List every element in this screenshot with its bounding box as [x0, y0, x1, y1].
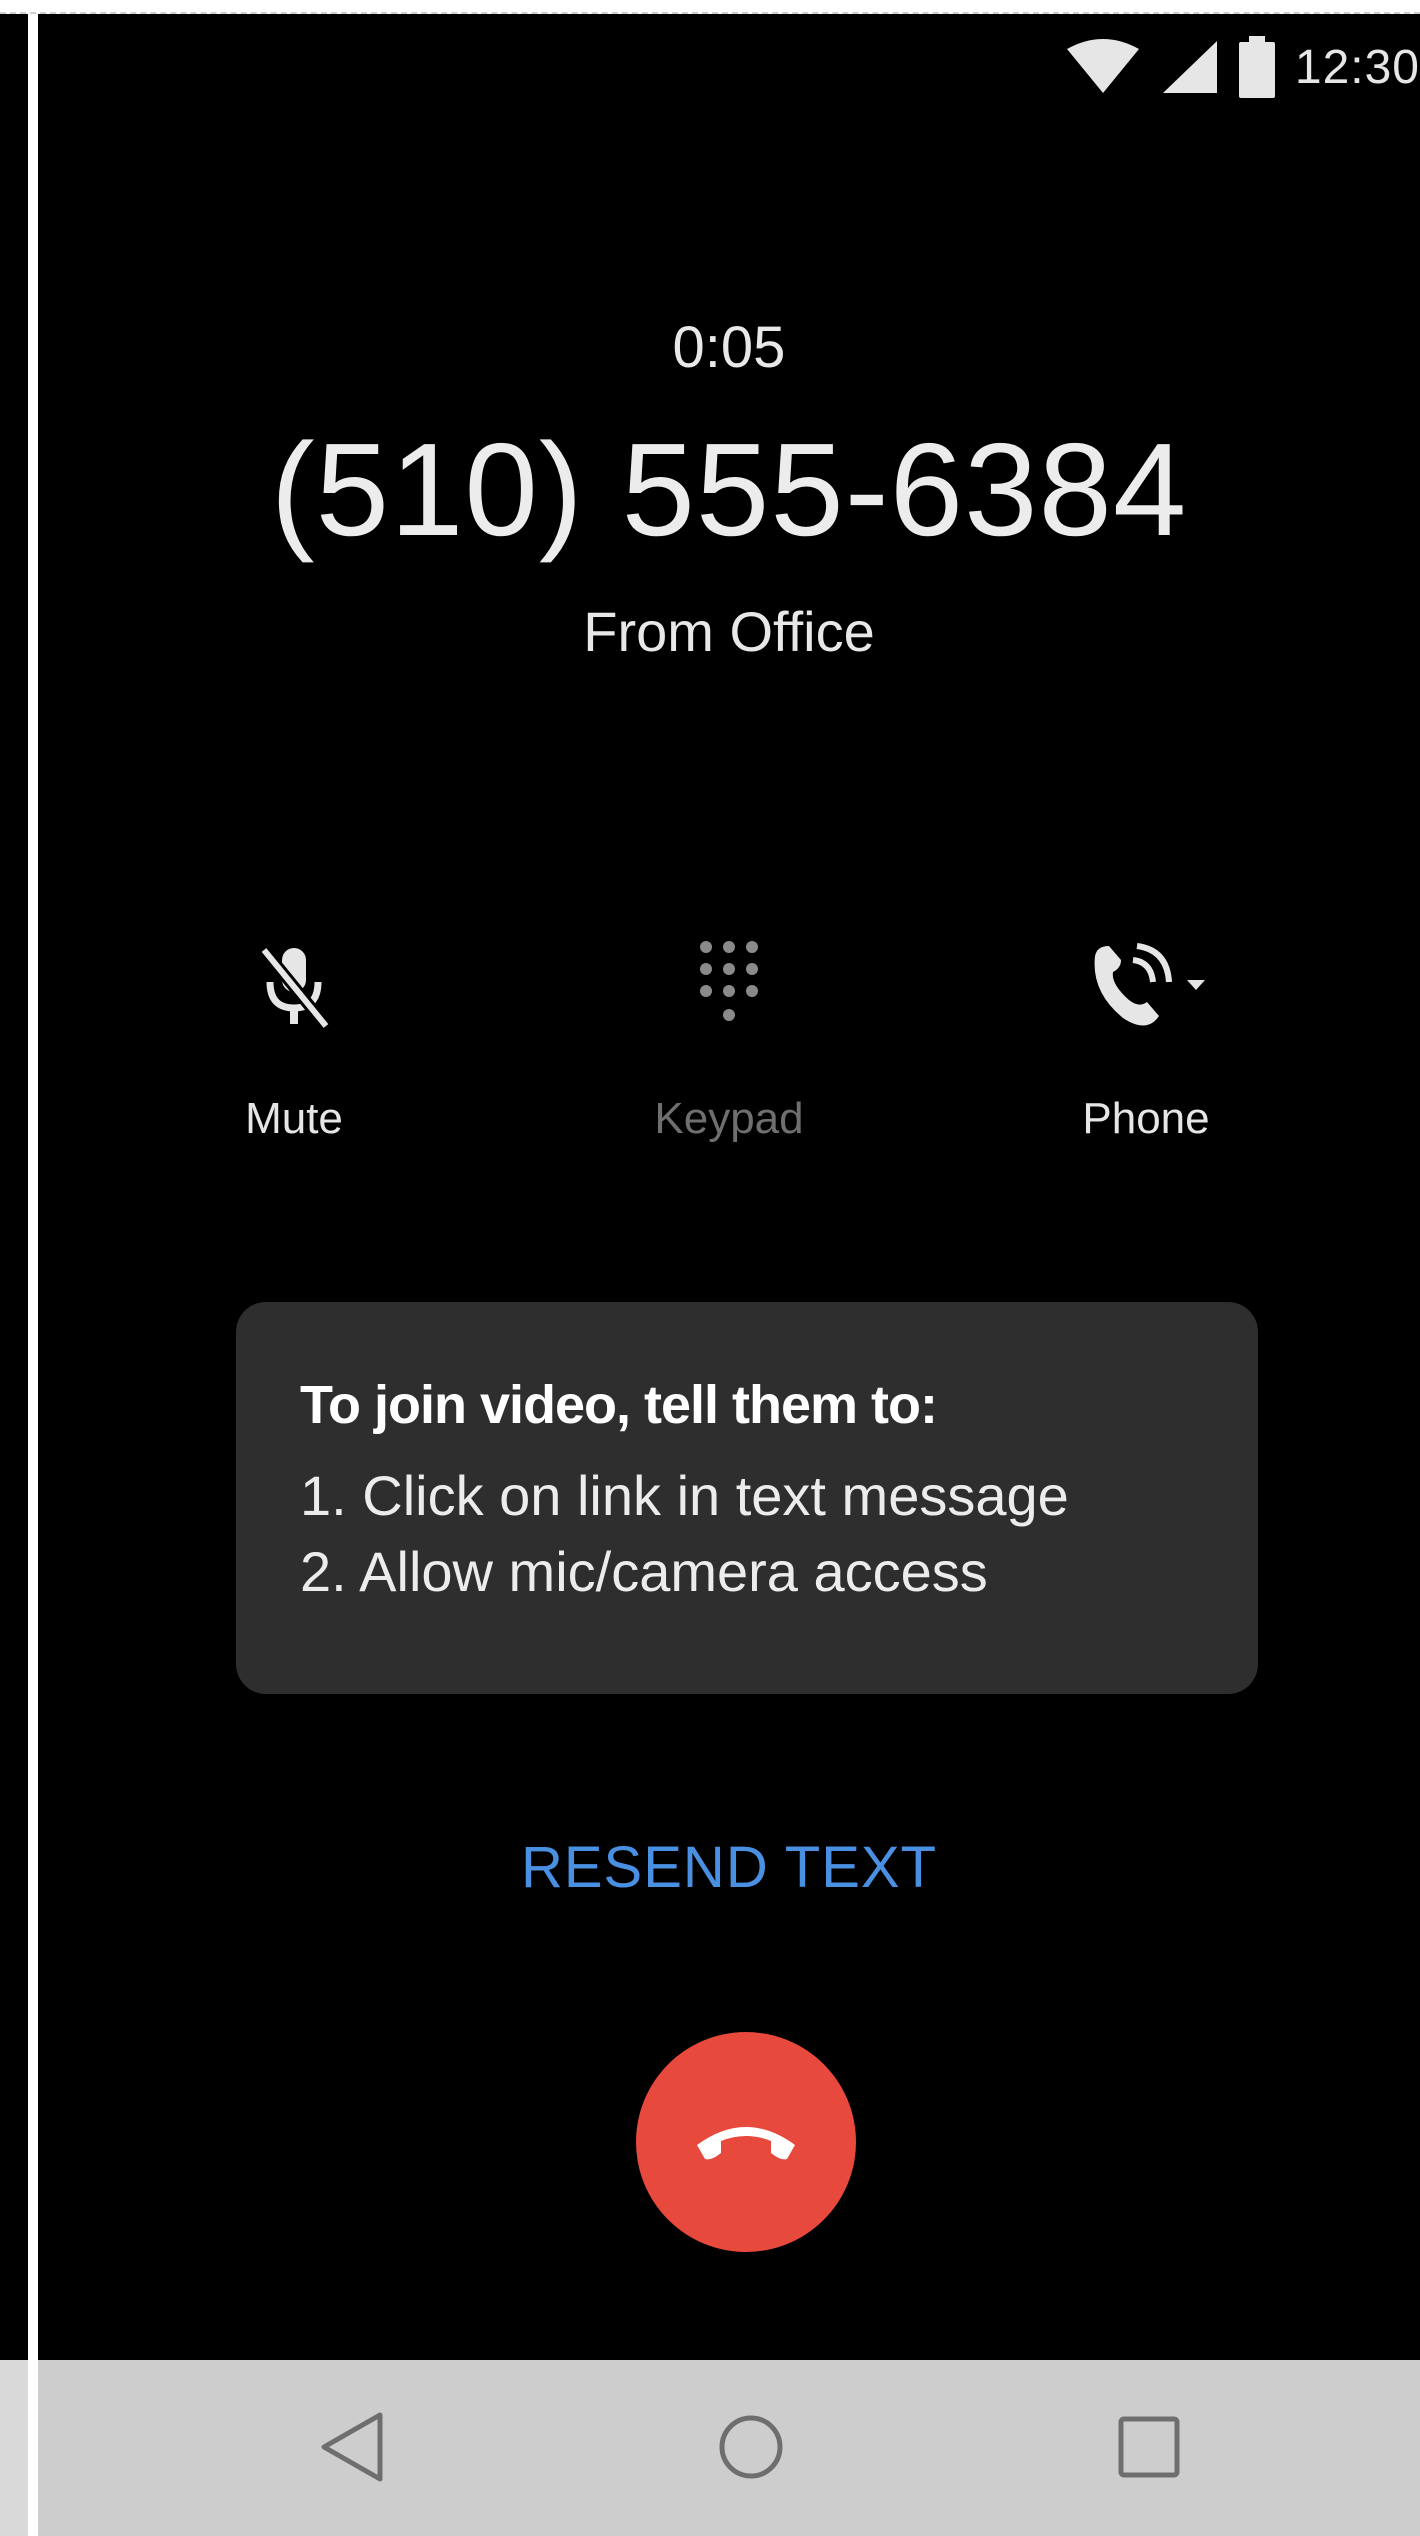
phone-label: Phone	[1082, 1094, 1210, 1143]
instructions-title: To join video, tell them to:	[300, 1375, 938, 1435]
mute-button[interactable]: Mute	[144, 934, 444, 1144]
keypad-label: Keypad	[654, 1094, 804, 1143]
page: 12:30 0:05 (510) 555-6384 From Office Mu…	[0, 0, 1420, 2536]
window-top-border	[0, 0, 1420, 14]
nav-back-button[interactable]	[308, 2404, 398, 2494]
caller-label: From Office	[583, 600, 875, 663]
status-bar: 12:30	[1065, 32, 1420, 102]
nav-home-button[interactable]	[706, 2404, 796, 2494]
status-clock: 12:30	[1294, 40, 1420, 94]
mic-off-icon	[254, 942, 334, 1037]
cell-signal-icon	[1159, 39, 1219, 95]
android-nav-bar	[38, 2360, 1420, 2536]
phone-audio-icon	[1081, 942, 1211, 1037]
dialpad-icon	[694, 937, 764, 1042]
home-circle-icon	[716, 2412, 786, 2487]
battery-icon	[1237, 36, 1277, 98]
call-timer: 0:05	[672, 315, 786, 380]
instruction-step: 1. Click on link in text message	[300, 1464, 1069, 1527]
mute-label: Mute	[245, 1094, 343, 1143]
caller-phone-number: (510) 555-6384	[270, 416, 1188, 563]
phone-screen: 12:30 0:05 (510) 555-6384 From Office Mu…	[38, 14, 1420, 2536]
end-call-button[interactable]	[636, 2032, 856, 2252]
recents-square-icon	[1116, 2414, 1182, 2485]
instruction-step: 2. Allow mic/camera access	[300, 1540, 988, 1603]
left-edge-strip-nav	[0, 2360, 28, 2536]
keypad-button[interactable]: Keypad	[579, 934, 879, 1144]
instructions-steps: 1. Click on link in text message 2. Allo…	[300, 1458, 1258, 1610]
nav-recents-button[interactable]	[1104, 2404, 1194, 2494]
wifi-icon	[1065, 39, 1141, 95]
video-join-instructions-card: To join video, tell them to: 1. Click on…	[236, 1302, 1258, 1694]
back-triangle-icon	[318, 2411, 388, 2488]
screen-divider	[28, 14, 38, 2536]
left-edge-strip	[0, 14, 28, 2536]
call-end-icon	[691, 2115, 801, 2170]
resend-text-button[interactable]: RESEND TEXT	[38, 1834, 1420, 1901]
audio-route-button[interactable]: Phone	[996, 934, 1296, 1144]
